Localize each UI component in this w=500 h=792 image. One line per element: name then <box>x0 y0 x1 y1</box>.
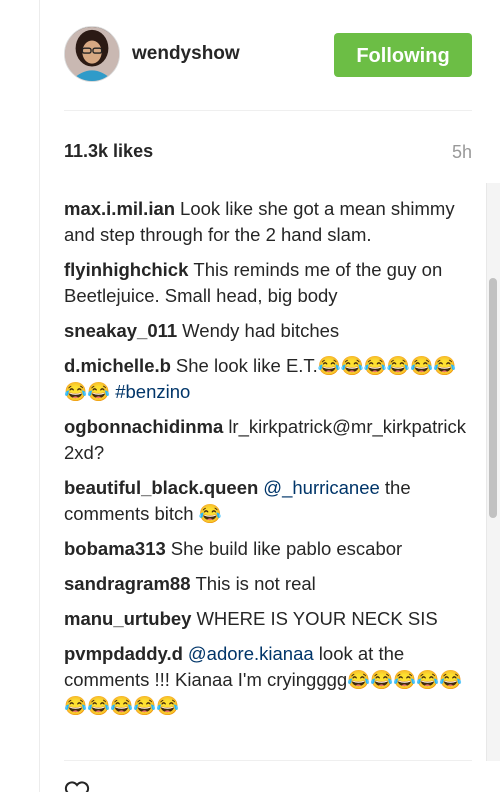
avatar[interactable] <box>64 26 120 82</box>
post-time[interactable]: 5h <box>452 142 472 163</box>
comment: bobama313 She build like pablo escabor <box>64 536 474 562</box>
left-border <box>39 0 40 792</box>
comment-author[interactable]: pvmpdaddy.d <box>64 643 183 664</box>
comment: beautiful_black.queen @_hurricanee the co… <box>64 475 474 527</box>
comment: pvmpdaddy.d @adore.kianaa look at the com… <box>64 641 474 719</box>
comment-author[interactable]: ogbonnachidinma <box>64 416 223 437</box>
username[interactable]: wendyshow <box>132 43 240 65</box>
comment-author[interactable]: bobama313 <box>64 538 166 559</box>
comment: max.i.mil.ian Look like she got a mean sh… <box>64 196 474 248</box>
post-header: wendyshow Following <box>64 26 472 84</box>
comment-author[interactable]: sandragram88 <box>64 573 190 594</box>
comment-author[interactable]: d.michelle.b <box>64 355 171 376</box>
footer-divider <box>64 760 472 761</box>
comment-author[interactable]: manu_urtubey <box>64 608 191 629</box>
comment-mention[interactable]: @_hurricanee <box>263 477 379 498</box>
comment: ogbonnachidinma lr_kirkpatrick@mr_kirkpat… <box>64 414 474 466</box>
comment-author[interactable]: beautiful_black.queen <box>64 477 258 498</box>
comment: d.michelle.b She look like E.T.😂😂😂😂😂😂😂😂 #… <box>64 353 474 405</box>
comment: manu_urtubey WHERE IS YOUR NECK SIS <box>64 606 474 632</box>
heart-icon[interactable] <box>64 780 90 792</box>
comment: sneakay_011 Wendy had bitches <box>64 318 474 344</box>
comment-text: She build like pablo escabor <box>170 538 403 559</box>
following-button[interactable]: Following <box>334 33 472 77</box>
comment: sandragram88 This is not real <box>64 571 474 597</box>
comment-text: This is not real <box>195 573 316 594</box>
scrollbar-thumb[interactable] <box>489 278 497 518</box>
header-divider <box>64 110 472 111</box>
comment-mention[interactable]: @adore.kianaa <box>188 643 314 664</box>
comment-author[interactable]: flyinhighchick <box>64 259 188 280</box>
comment-author[interactable]: max.i.mil.ian <box>64 198 175 219</box>
comment-list[interactable]: max.i.mil.ian Look like she got a mean sh… <box>64 196 474 756</box>
comment-text: WHERE IS YOUR NECK SIS <box>196 608 438 629</box>
likes-count[interactable]: 11.3k likes <box>64 141 153 162</box>
comment-text: Wendy had bitches <box>182 320 340 341</box>
comment: flyinhighchick This reminds me of the guy… <box>64 257 474 309</box>
comment-author[interactable]: sneakay_011 <box>64 320 177 341</box>
comment-hashtag[interactable]: #benzino <box>115 381 190 402</box>
